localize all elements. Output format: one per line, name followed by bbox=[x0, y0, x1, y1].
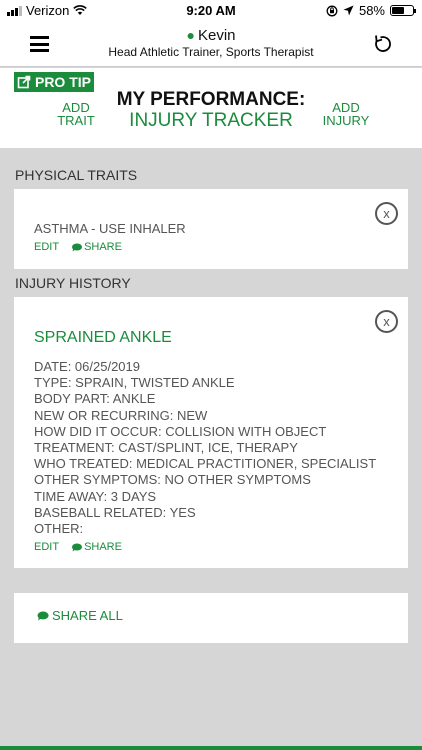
remove-trait-button[interactable]: x bbox=[375, 202, 398, 225]
injury-content: SPRAINED ANKLE DATE: 06/25/2019 TYPE: SP… bbox=[34, 329, 388, 553]
injury-actions: EDIT SHARE bbox=[34, 541, 388, 553]
share-trait-button[interactable]: SHARE bbox=[71, 241, 122, 253]
injury-other-symptoms: OTHER SYMPTOMS: NO OTHER SYMPTOMS bbox=[34, 472, 311, 488]
external-link-icon bbox=[17, 75, 31, 89]
share-all-label: SHARE ALL bbox=[52, 608, 123, 623]
battery-percent: 58% bbox=[358, 3, 385, 18]
chat-bubble-icon bbox=[72, 543, 83, 552]
add-trait-label-line2: TRAIT bbox=[57, 113, 95, 128]
share-injury-label: SHARE bbox=[84, 541, 122, 554]
user-role: Head Athletic Trainer, Sports Therapist bbox=[108, 45, 314, 59]
injury-card: x SPRAINED ANKLE DATE: 06/25/2019 TYPE: … bbox=[14, 297, 408, 568]
injury-type: TYPE: SPRAIN, TWISTED ANKLE bbox=[34, 375, 235, 391]
pro-tip-label: PRO TIP bbox=[34, 74, 91, 90]
page-title-line2: INJURY TRACKER bbox=[129, 110, 293, 131]
add-injury-button[interactable]: ADD INJURY bbox=[318, 101, 374, 127]
trait-text: ASTHMA - USE INHALER bbox=[34, 221, 186, 236]
injury-new-or-recurring: NEW OR RECURRING: NEW bbox=[34, 407, 208, 423]
injury-treatment: TREATMENT: CAST/SPLINT, ICE, THERAPY bbox=[34, 440, 298, 456]
chat-bubble-icon bbox=[37, 611, 49, 620]
orientation-lock-icon bbox=[326, 5, 338, 16]
injury-who-treated: WHO TREATED: MEDICAL PRACTITIONER, SPECI… bbox=[34, 456, 377, 472]
injury-occurrence: HOW DID IT OCCUR: COLLISION WITH OBJECT bbox=[34, 423, 327, 439]
edit-injury-button[interactable]: EDIT bbox=[34, 541, 59, 553]
injury-time-away: TIME AWAY: 3 DAYS bbox=[34, 488, 157, 504]
user-info: ● Kevin Head Athletic Trainer, Sports The… bbox=[0, 27, 422, 59]
refresh-icon[interactable] bbox=[372, 33, 394, 55]
status-bar: Verizon 9:20 AM 58% bbox=[0, 0, 422, 22]
user-name: Kevin bbox=[197, 27, 236, 44]
location-icon bbox=[343, 5, 354, 16]
share-injury-button[interactable]: SHARE bbox=[71, 541, 122, 553]
page-title-line1: MY PERFORMANCE: bbox=[116, 89, 306, 110]
injury-title: SPRAINED ANKLE bbox=[34, 329, 172, 346]
trait-card: x ASTHMA - USE INHALER EDIT SHARE bbox=[14, 189, 408, 269]
chat-bubble-icon bbox=[72, 243, 83, 251]
injury-details: DATE: 06/25/2019 TYPE: SPRAIN, TWISTED A… bbox=[34, 359, 388, 537]
trait-actions: EDIT SHARE bbox=[34, 241, 122, 253]
injury-body-part: BODY PART: ANKLE bbox=[34, 391, 156, 407]
battery-icon bbox=[390, 5, 416, 16]
injury-date: DATE: 06/25/2019 bbox=[34, 359, 140, 374]
injury-other: OTHER: bbox=[34, 521, 84, 537]
injury-baseball-related: BASEBALL RELATED: YES bbox=[34, 504, 196, 520]
pro-tip-button[interactable]: PRO TIP bbox=[14, 72, 94, 92]
share-all-button[interactable]: SHARE ALL bbox=[36, 608, 123, 623]
app-header: ● Kevin Head Athletic Trainer, Sports The… bbox=[0, 22, 422, 67]
add-trait-button[interactable]: ADD TRAIT bbox=[50, 101, 102, 127]
bottom-accent-bar bbox=[0, 746, 422, 750]
status-indicators: 58% bbox=[326, 3, 416, 18]
edit-trait-button[interactable]: EDIT bbox=[34, 241, 59, 253]
share-trait-label: SHARE bbox=[84, 241, 122, 253]
injury-history-heading: INJURY HISTORY bbox=[15, 275, 131, 291]
page-toolbar: PRO TIP ADD TRAIT MY PERFORMANCE: INJURY… bbox=[0, 68, 422, 148]
physical-traits-heading: PHYSICAL TRAITS bbox=[15, 167, 138, 183]
page-title: MY PERFORMANCE: INJURY TRACKER bbox=[110, 89, 312, 132]
add-injury-label-line2: INJURY bbox=[322, 113, 370, 128]
online-status-icon: ● bbox=[186, 27, 195, 43]
